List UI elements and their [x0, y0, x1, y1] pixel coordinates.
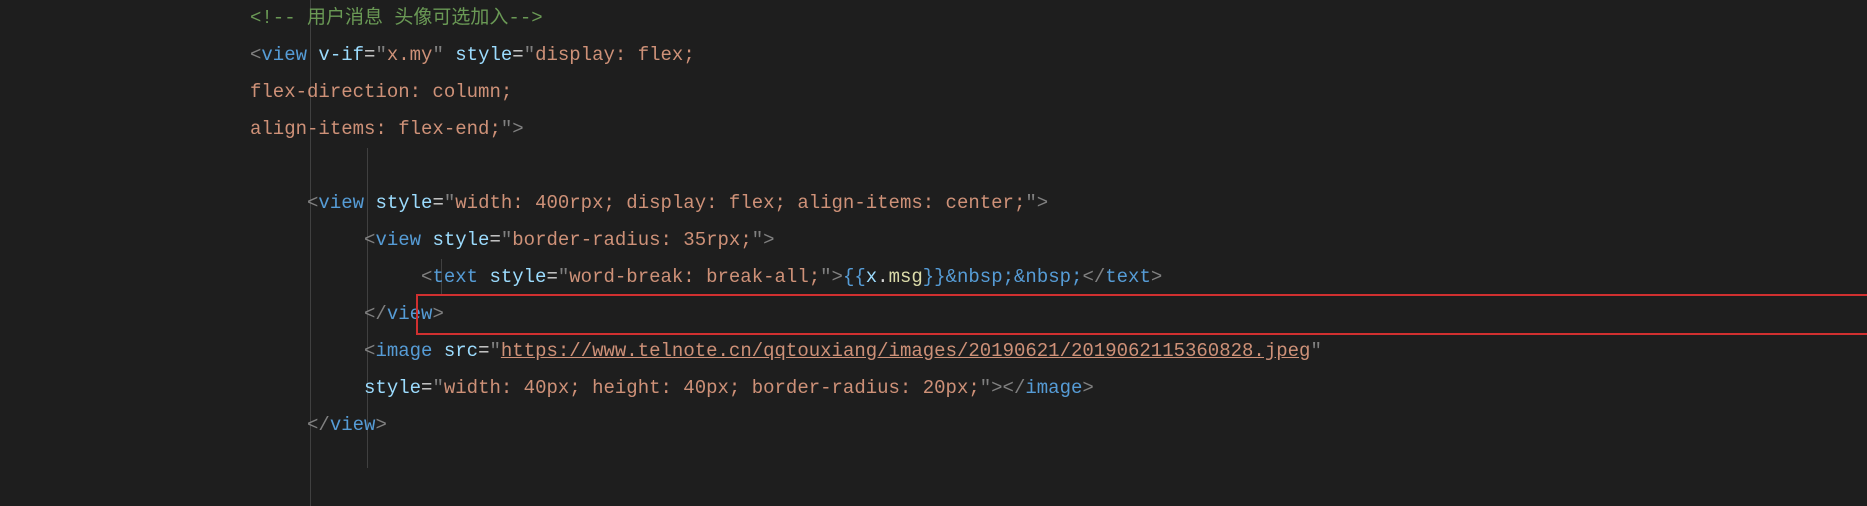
comment: <!-- 用户消息 头像可选加入-->: [250, 0, 543, 37]
close-tag-name: text: [1105, 259, 1151, 296]
code-line[interactable]: <view style="border-radius: 35rpx;">: [250, 222, 1867, 259]
code-line[interactable]: align-items: flex-end;">: [250, 111, 1867, 148]
code-editor[interactable]: <!-- 用户消息 头像可选加入--> <view v-if="x.my" st…: [0, 0, 1867, 506]
code-line[interactable]: <view style="width: 400rpx; display: fle…: [250, 185, 1867, 222]
close-tag-name: view: [330, 407, 376, 444]
attr-value: width: 40px; height: 40px; border-radius…: [444, 370, 980, 407]
tag-name: view: [261, 37, 307, 74]
tag-name: view: [318, 185, 364, 222]
code-line[interactable]: </view>: [250, 407, 1867, 444]
code-line[interactable]: style="width: 40px; height: 40px; border…: [250, 370, 1867, 407]
close-tag-name: image: [1025, 370, 1082, 407]
attr-name: style: [375, 185, 432, 222]
code-line[interactable]: flex-direction: column;: [250, 74, 1867, 111]
code-line[interactable]: <!-- 用户消息 头像可选加入-->: [250, 0, 1867, 37]
code-line[interactable]: <text style="word-break: break-all;">{{x…: [250, 259, 1867, 296]
attr-name: src: [444, 333, 478, 370]
tag-name: view: [375, 222, 421, 259]
entity: &nbsp;: [946, 259, 1014, 296]
attr-value: flex-direction: column;: [250, 74, 512, 111]
entity: &nbsp;: [1014, 259, 1082, 296]
code-area[interactable]: <!-- 用户消息 头像可选加入--> <view v-if="x.my" st…: [60, 0, 1867, 506]
code-line[interactable]: <view v-if="x.my" style="display: flex;: [250, 37, 1867, 74]
attr-name: v-if: [318, 37, 364, 74]
attr-name: style: [432, 222, 489, 259]
mustache-open: {{: [843, 259, 866, 296]
mustache-close: }}: [923, 259, 946, 296]
gutter: [0, 0, 60, 506]
code-line[interactable]: [250, 148, 1867, 185]
attr-value: border-radius: 35rpx;: [512, 222, 751, 259]
attr-name: style: [455, 37, 512, 74]
tag-open-bracket: <: [250, 37, 261, 74]
attr-value: word-break: break-all;: [569, 259, 820, 296]
attr-name: style: [364, 370, 421, 407]
attr-value: display: flex;: [535, 37, 695, 74]
attr-value: x.my: [387, 37, 433, 74]
url-value[interactable]: https://www.telnote.cn/qqtouxiang/images…: [501, 333, 1311, 370]
attr-value: width: 400rpx; display: flex; align-item…: [455, 185, 1025, 222]
attr-name: style: [489, 259, 546, 296]
close-tag-name: view: [387, 296, 433, 333]
tag-name: text: [432, 259, 478, 296]
tag-name: image: [375, 333, 432, 370]
tag-close-bracket: >: [512, 111, 523, 148]
code-line[interactable]: </view>: [250, 296, 1867, 333]
attr-value: align-items: flex-end;: [250, 111, 501, 148]
code-line-highlighted[interactable]: <image src="https://www.telnote.cn/qqtou…: [250, 333, 1867, 370]
